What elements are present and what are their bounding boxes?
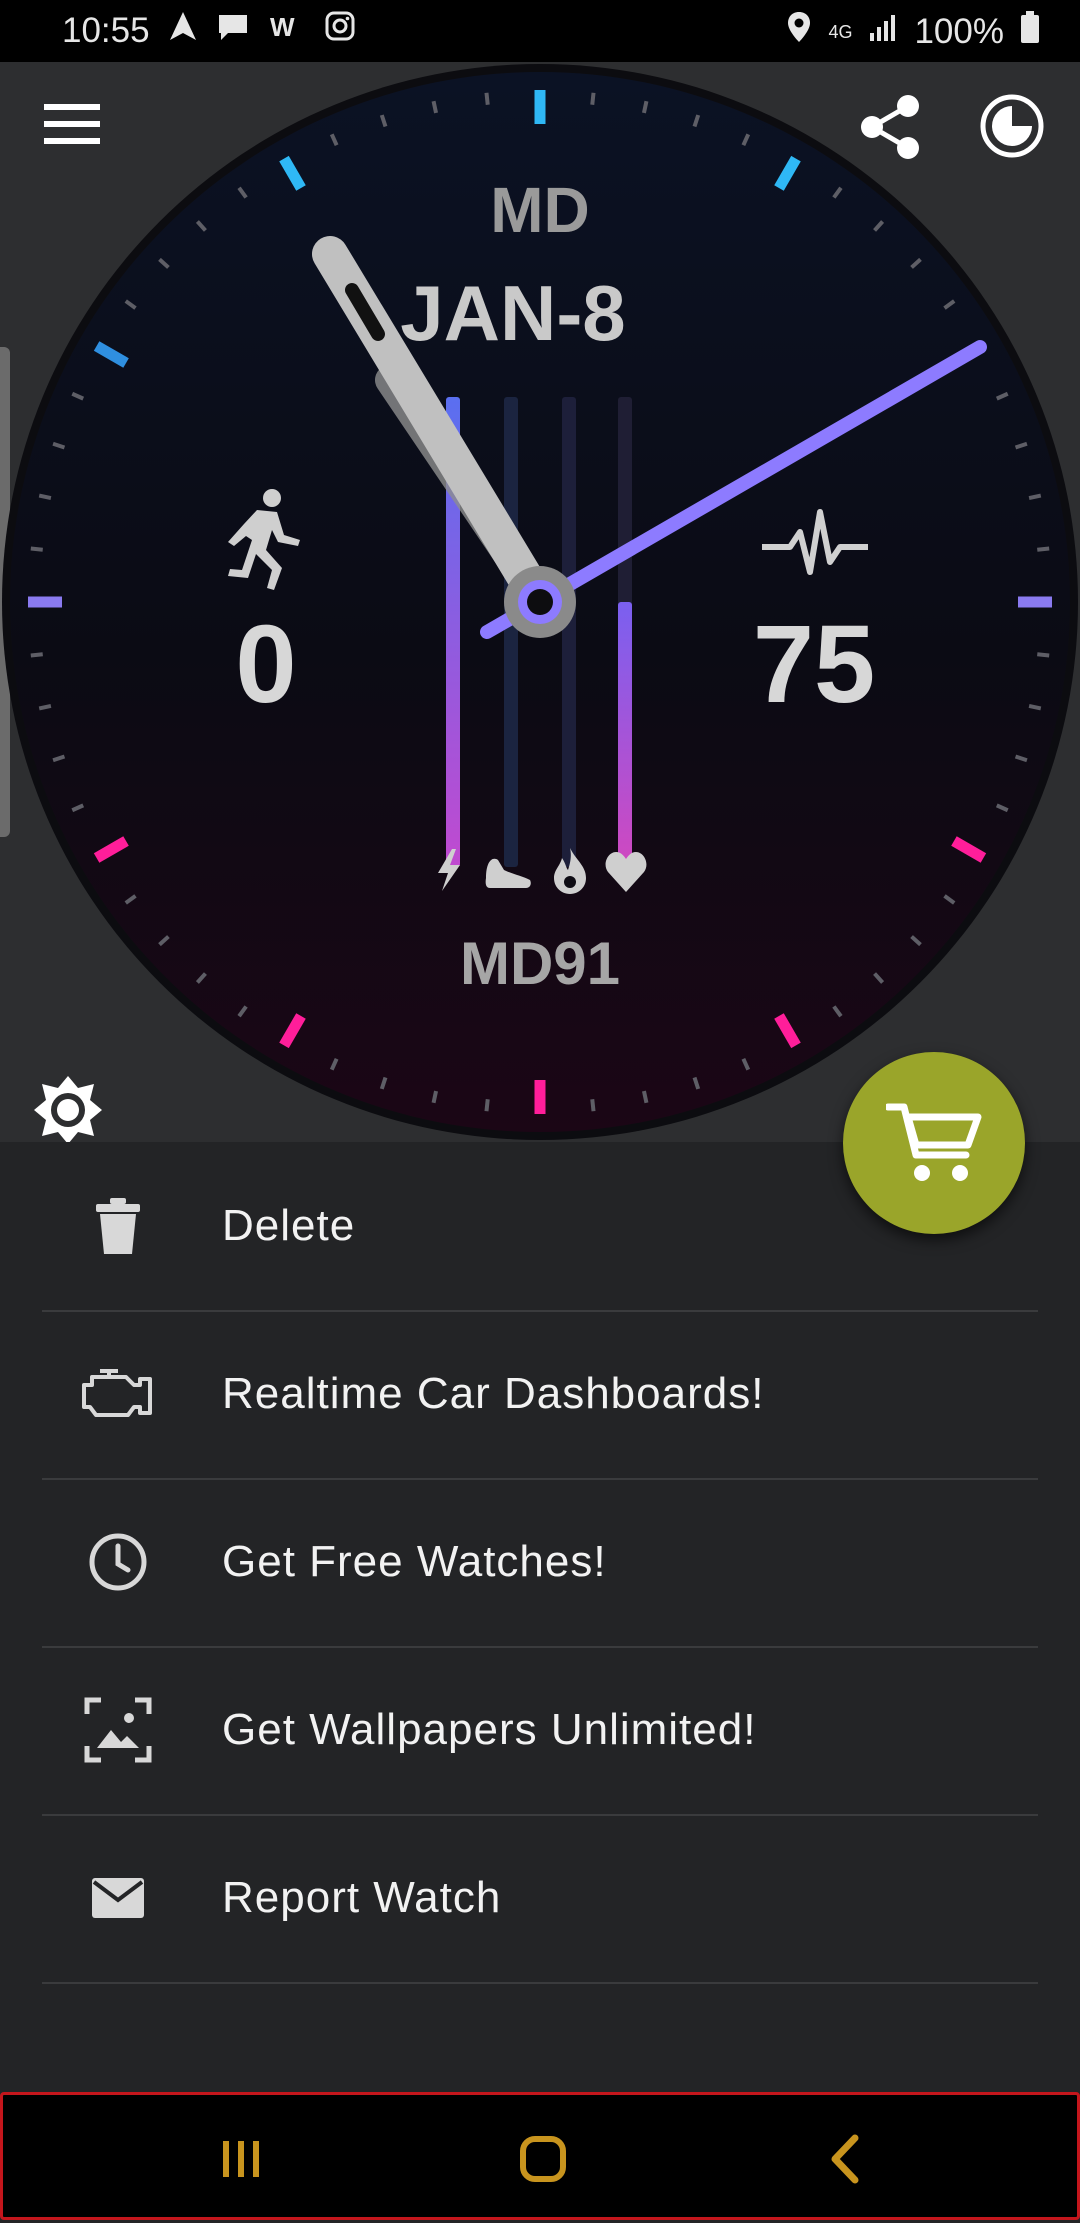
minute-tick <box>484 1099 490 1112</box>
car-engine-icon <box>78 1354 158 1434</box>
steps-value: 0 <box>235 603 296 726</box>
status-bar: 10:55 W 4G 100% <box>0 0 1080 62</box>
minute-tick <box>590 92 596 105</box>
minute-tick <box>484 92 490 105</box>
back-icon[interactable] <box>770 2095 920 2223</box>
minute-tick <box>38 493 52 501</box>
menu-item-car-dashboards[interactable]: Realtime Car Dashboards! <box>42 1310 1038 1480</box>
shopping-cart-icon <box>886 1103 982 1181</box>
menu-item-report-watch[interactable]: Report Watch <box>42 1814 1038 1984</box>
share-icon[interactable] <box>850 87 930 167</box>
recents-icon[interactable] <box>166 2095 316 2223</box>
trash-icon <box>78 1186 158 1266</box>
network-type: 4G <box>828 21 853 42</box>
message-icon <box>216 11 250 51</box>
signal-icon <box>868 12 898 52</box>
minute-tick <box>641 100 649 114</box>
hamburger-menu-icon[interactable] <box>30 92 114 156</box>
brightness-settings-icon[interactable] <box>30 1072 106 1148</box>
menu-item-label: Get Wallpapers Unlimited! <box>222 1705 757 1754</box>
minute-tick <box>431 100 439 114</box>
watch-face[interactable]: MD JAN-8 0 75 MD91 <box>0 62 1080 1142</box>
minute-tick <box>30 546 43 552</box>
menu-item-label: Delete <box>222 1201 356 1250</box>
mail-icon <box>78 1858 158 1938</box>
menu-item-label: Get Free Watches! <box>222 1537 607 1586</box>
minute-tick <box>1037 652 1050 658</box>
clock-icon <box>78 1522 158 1602</box>
minute-tick <box>431 1090 439 1104</box>
menu-item-wallpapers[interactable]: Get Wallpapers Unlimited! <box>42 1646 1038 1816</box>
svg-text:W: W <box>270 12 295 42</box>
home-icon[interactable] <box>468 2095 618 2223</box>
heart-bar-fill <box>618 602 632 867</box>
menu-item-free-watches[interactable]: Get Free Watches! <box>42 1478 1038 1648</box>
calories-bar <box>562 397 576 867</box>
minute-tick <box>1037 546 1050 552</box>
theme-toggle-icon[interactable] <box>970 84 1054 168</box>
date-label: JAN-8 <box>400 269 625 357</box>
heart-rate-value: 75 <box>753 603 875 726</box>
instagram-icon <box>324 10 356 51</box>
w-app-icon: W <box>268 11 306 51</box>
minute-tick <box>590 1099 596 1112</box>
steps-bar <box>504 397 518 867</box>
model-label: MD91 <box>460 930 620 997</box>
menu-item-label: Report Watch <box>222 1873 502 1922</box>
minute-tick <box>1028 493 1042 501</box>
minute-tick <box>1028 703 1042 711</box>
battery-icon <box>1020 10 1040 53</box>
minute-tick <box>38 703 52 711</box>
status-time: 10:55 <box>62 10 150 50</box>
hand-pivot-center <box>527 589 553 615</box>
system-navigation-bar <box>0 2092 1080 2220</box>
options-menu: Delete Realtime Car Dashboards! Get Free… <box>0 1142 1080 2092</box>
wallpaper-icon <box>78 1690 158 1770</box>
menu-item-label: Realtime Car Dashboards! <box>222 1369 765 1418</box>
navigation-icon <box>168 10 198 51</box>
brand-logo: MD <box>490 174 590 246</box>
shop-cart-button[interactable] <box>843 1052 1025 1234</box>
battery-percent: 100% <box>914 11 1004 51</box>
minute-tick <box>641 1090 649 1104</box>
watch-preview-area: MD JAN-8 0 75 MD91 <box>0 62 1080 1144</box>
location-icon <box>786 10 812 53</box>
minute-tick <box>30 652 43 658</box>
